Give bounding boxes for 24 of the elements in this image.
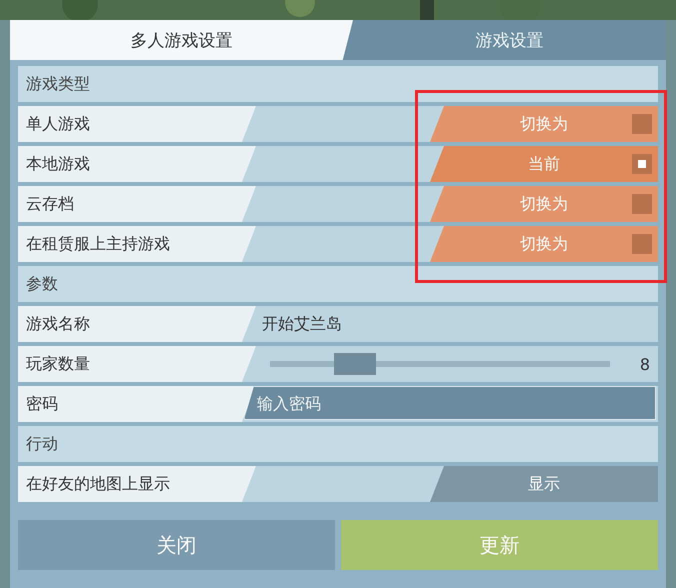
row-label: 玩家数量: [26, 354, 90, 374]
row-label: 单人游戏: [26, 114, 90, 134]
password-field[interactable]: 输入密码: [244, 386, 656, 420]
section-title: 行动: [26, 434, 58, 454]
switch-button[interactable]: 切换为: [430, 186, 658, 222]
row-label: 本地游戏: [26, 154, 90, 174]
row-label: 云存档: [26, 194, 74, 214]
row-label: 在好友的地图上显示: [26, 474, 170, 494]
slider-thumb[interactable]: [334, 353, 376, 375]
row-label: 密码: [26, 394, 58, 414]
switch-button[interactable]: 当前: [430, 146, 658, 182]
switch-button[interactable]: 切换为: [430, 106, 658, 142]
field-value: 开始艾兰岛: [262, 314, 342, 334]
tab[interactable]: 游戏设置: [353, 20, 666, 60]
switch-button[interactable]: 切换为: [430, 226, 658, 262]
row-label: 游戏名称: [26, 314, 90, 334]
section-title: 参数: [26, 274, 58, 294]
show-button[interactable]: 显示: [430, 466, 658, 502]
section-title: 游戏类型: [26, 74, 90, 94]
row-label: 在租赁服上主持游戏: [26, 234, 170, 254]
close-button[interactable]: 关闭: [18, 520, 335, 570]
update-button[interactable]: 更新: [341, 520, 658, 570]
slider-value: 8: [640, 354, 650, 374]
tab[interactable]: 多人游戏设置: [10, 20, 354, 60]
